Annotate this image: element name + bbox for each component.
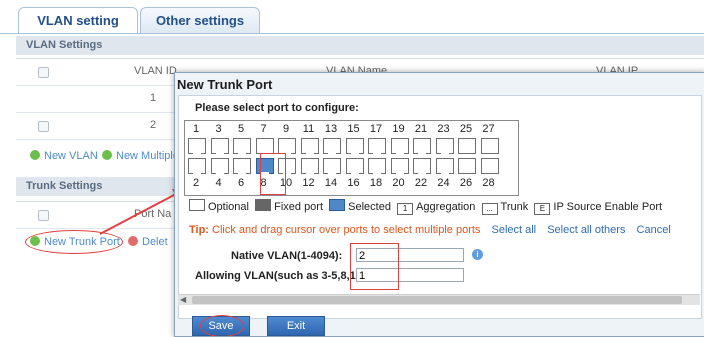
port-number-23: 23: [437, 123, 450, 135]
port-18[interactable]: [368, 158, 386, 174]
horizontal-scrollbar[interactable]: ◀: [178, 294, 700, 305]
dialog-body: Please select port to configure: 1 3 5 7 9 11…: [178, 95, 702, 319]
port-panel: 1 3 5 7 9 11 13 15 17 19 21 23 25 27 2 4 6 8 10 12 14 16 18 20 2…: [184, 120, 519, 196]
port-12[interactable]: [300, 158, 319, 174]
port-26[interactable]: [458, 158, 476, 174]
port-19[interactable]: [390, 138, 409, 154]
info-icon[interactable]: i: [472, 249, 483, 260]
select-all-others-link[interactable]: Select all others: [547, 224, 625, 236]
port-number-6: 6: [237, 177, 245, 189]
port-number-17: 17: [369, 123, 383, 135]
port-number-16: 16: [347, 177, 360, 189]
exit-button[interactable]: Exit: [267, 316, 325, 336]
input-highlight-box: [350, 243, 399, 290]
port-select-prompt: Please select port to configure:: [195, 102, 359, 114]
scrollbar-thumb[interactable]: [192, 296, 682, 304]
legend-fixed: Fixed port: [274, 201, 324, 213]
tip-text: Click and drag cursor over ports to sele…: [212, 224, 481, 236]
aggregation-port-icon: 1: [397, 203, 414, 215]
legend-trunk: Trunk: [500, 201, 529, 213]
port-number-27: 27: [482, 123, 495, 135]
port-highlight-box: [260, 153, 286, 195]
port-27[interactable]: [480, 138, 499, 154]
port-4[interactable]: [210, 158, 229, 174]
legend-selected: Selected: [348, 201, 391, 213]
port-legend: Optional Fixed port Selected 1 Aggregatio…: [189, 199, 662, 215]
port-20[interactable]: [390, 158, 409, 174]
port-number-12: 12: [302, 177, 315, 189]
legend-ip-source: IP Source Enable Port: [553, 201, 663, 213]
port-7[interactable]: [255, 138, 274, 154]
allowing-vlan-label: Allowing VLAN(such as 3-5,8,10):: [195, 270, 370, 282]
port-2[interactable]: [188, 158, 206, 174]
port-15[interactable]: [345, 138, 364, 154]
port-24[interactable]: [435, 158, 454, 174]
port-3[interactable]: [210, 138, 229, 154]
fixed-port-icon: [255, 199, 272, 211]
port-11[interactable]: [300, 138, 319, 154]
port-number-9: 9: [282, 123, 290, 135]
port-number-21: 21: [414, 123, 428, 135]
port-number-22: 22: [414, 177, 428, 189]
port-21[interactable]: [413, 138, 431, 154]
port-14[interactable]: [323, 158, 341, 174]
select-all-link[interactable]: Select all: [491, 224, 536, 236]
port-number-19: 19: [392, 123, 405, 135]
port-17[interactable]: [368, 138, 386, 154]
port-number-5: 5: [237, 123, 245, 135]
trunk-port-icon: ...: [481, 203, 498, 215]
legend-optional: Optional: [208, 201, 249, 213]
optional-port-icon: [189, 199, 205, 211]
port-number-20: 20: [392, 177, 405, 189]
port-28[interactable]: [480, 158, 499, 174]
port-25[interactable]: [458, 138, 476, 154]
port-6[interactable]: [233, 158, 251, 174]
port-number-24: 24: [437, 177, 450, 189]
dialog-title: New Trunk Port: [177, 77, 273, 92]
port-number-25: 25: [459, 123, 473, 135]
cancel-selection-link[interactable]: Cancel: [637, 224, 671, 236]
port-number-15: 15: [347, 123, 360, 135]
save-highlight-oval: [200, 315, 244, 336]
new-trunk-port-dialog: New Trunk Port Please select port to con…: [174, 72, 704, 337]
selected-port-icon: [329, 199, 346, 211]
port-number-1: 1: [192, 123, 200, 135]
port-number-4: 4: [215, 177, 222, 189]
port-number-7: 7: [260, 123, 267, 135]
port-number-14: 14: [324, 177, 338, 189]
port-number-26: 26: [459, 177, 473, 189]
port-number-3: 3: [215, 123, 222, 135]
port-5[interactable]: [233, 138, 251, 154]
port-number-2: 2: [192, 177, 200, 189]
port-number-11: 11: [302, 123, 315, 135]
port-number-18: 18: [369, 177, 383, 189]
native-vlan-label: Native VLAN(1-4094):: [231, 250, 343, 262]
port-16[interactable]: [345, 158, 364, 174]
port-23[interactable]: [435, 138, 454, 154]
tip-key: Tip:: [189, 224, 209, 236]
port-13[interactable]: [323, 138, 341, 154]
port-9[interactable]: [278, 138, 296, 154]
tip-line: Tip: Click and drag cursor over ports to…: [189, 224, 671, 236]
port-number-13: 13: [324, 123, 338, 135]
scroll-left-icon[interactable]: ◀: [180, 295, 186, 304]
port-22[interactable]: [413, 158, 431, 174]
port-number-28: 28: [482, 177, 495, 189]
port-1[interactable]: [188, 138, 206, 154]
ip-source-port-icon: E: [534, 203, 551, 215]
legend-aggregation: Aggregation: [416, 201, 476, 213]
